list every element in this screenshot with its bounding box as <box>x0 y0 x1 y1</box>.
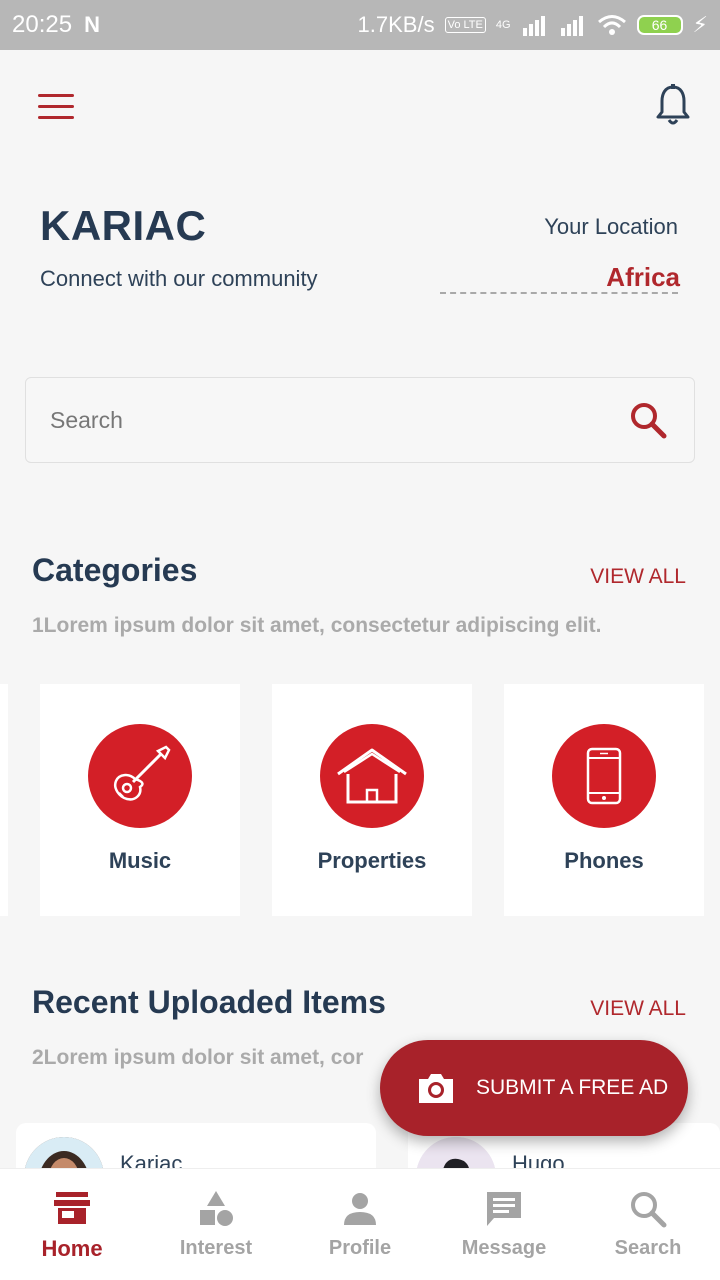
categories-view-all-link[interactable]: VIEW ALL <box>590 565 686 589</box>
location-underline <box>440 292 678 294</box>
nav-profile[interactable]: Profile <box>288 1169 432 1280</box>
nav-interest[interactable]: Interest <box>144 1169 288 1280</box>
chat-icon <box>487 1192 521 1226</box>
brand-title: KARIAC <box>40 202 207 249</box>
category-label: Phones <box>564 848 644 873</box>
categories-title: Categories <box>32 552 198 588</box>
category-card-properties[interactable]: Properties <box>272 684 472 916</box>
shapes-icon <box>200 1191 233 1226</box>
location-label: Your Location <box>544 214 678 239</box>
guitar-icon <box>114 745 171 801</box>
volte-badge: Vo LTE <box>444 17 486 33</box>
bell-icon[interactable] <box>654 84 692 126</box>
net-speed: 1.7KB/s <box>357 12 435 37</box>
search-input[interactable] <box>50 406 626 434</box>
submit-ad-button[interactable]: SUBMIT A FREE AD <box>380 1040 688 1136</box>
category-card-partial[interactable] <box>0 684 8 916</box>
phone-icon <box>586 747 622 805</box>
charging-icon: ⚡ <box>692 12 708 37</box>
camera-icon <box>419 1074 453 1103</box>
category-label: Properties <box>317 848 427 873</box>
search-button[interactable] <box>626 398 670 442</box>
tagline: Connect with our community <box>40 266 318 291</box>
store-icon <box>54 1191 90 1224</box>
network-type: 4G <box>495 19 511 31</box>
search-icon <box>631 1192 667 1228</box>
n-notification-icon: N <box>84 12 100 37</box>
status-bar: 20:25 N 1.7KB/s Vo LTE 4G 66 ⚡ <box>0 0 720 50</box>
nav-label: Message <box>461 1237 547 1259</box>
nav-message[interactable]: Message <box>432 1169 576 1280</box>
recent-items-subtitle: 2Lorem ipsum dolor sit amet, cor <box>32 1046 364 1069</box>
nav-label: Search <box>614 1237 682 1259</box>
signal-icon <box>560 16 583 36</box>
search-icon <box>631 403 667 439</box>
menu-button[interactable] <box>38 94 74 120</box>
recent-items-title: Recent Uploaded Items <box>32 984 386 1020</box>
nav-search[interactable]: Search <box>576 1169 720 1280</box>
search-bar <box>25 377 695 463</box>
category-label: Music <box>108 848 172 873</box>
bottom-navigation: Home Interest Profile Message Search <box>0 1168 720 1280</box>
category-card-music[interactable]: Music <box>40 684 240 916</box>
categories-subtitle: 1Lorem ipsum dolor sit amet, consectetur… <box>32 614 602 637</box>
nav-home[interactable]: Home <box>0 1169 144 1280</box>
wifi-icon <box>597 15 626 35</box>
nav-label: Profile <box>328 1237 392 1259</box>
signal-icon <box>522 16 545 36</box>
category-card-phones[interactable]: Phones <box>504 684 704 916</box>
person-icon <box>344 1193 376 1225</box>
nav-label: Home <box>41 1235 103 1261</box>
nav-label: Interest <box>179 1237 253 1259</box>
house-icon <box>337 748 407 804</box>
battery-indicator: 66 <box>636 15 683 35</box>
submit-ad-label: SUBMIT A FREE AD <box>476 1076 669 1099</box>
status-time: 20:25 <box>12 11 73 38</box>
location-value[interactable]: Africa <box>606 262 680 293</box>
recent-view-all-link[interactable]: VIEW ALL <box>590 997 686 1021</box>
